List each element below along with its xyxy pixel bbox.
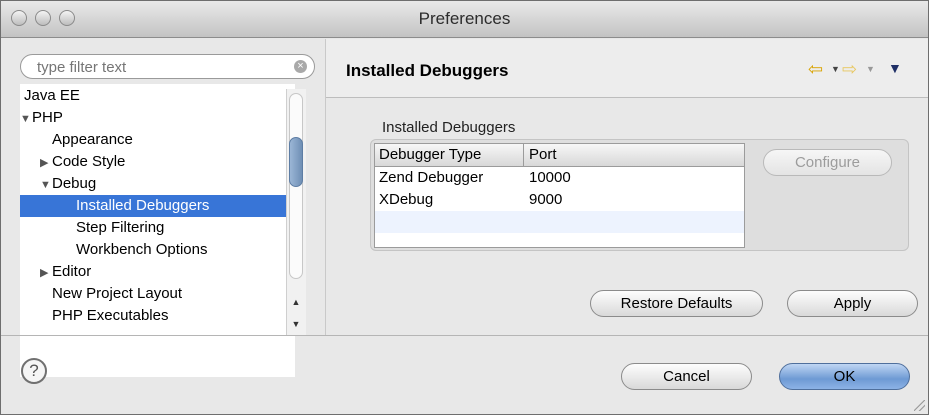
resize-grip[interactable] — [914, 400, 925, 411]
tree-item-label: Installed Debuggers — [76, 197, 210, 214]
tree-item-label: Workbench Options — [76, 241, 208, 258]
collapsed-triangle-icon[interactable]: ▶ — [40, 262, 52, 284]
view-menu-icon[interactable]: ▼ — [888, 60, 902, 76]
tree-scrollbar[interactable]: ▲ ▼ — [286, 89, 306, 335]
column-header-debugger-type[interactable]: Debugger Type — [379, 146, 481, 163]
empty-table-row — [375, 211, 744, 233]
tree-item-label: Editor — [52, 263, 92, 280]
table-header: Debugger Type Port — [375, 144, 744, 167]
table-row[interactable]: Zend Debugger 10000 — [375, 167, 744, 189]
cell-port: 10000 — [529, 169, 571, 186]
configure-button[interactable]: Configure — [763, 149, 892, 176]
debuggers-table[interactable]: Debugger Type Port Zend Debugger 10000 X… — [374, 143, 745, 248]
arrow-left-icon[interactable]: ⇦ — [808, 59, 823, 80]
scroll-down-arrow-icon[interactable]: ▼ — [291, 319, 301, 329]
help-icon[interactable]: ? — [21, 358, 47, 384]
footer-separator — [1, 335, 928, 336]
forward-dropdown-icon[interactable]: ▼ — [866, 64, 875, 74]
tree-item-label: Code Style — [52, 153, 126, 170]
cell-port: 9000 — [529, 191, 563, 208]
expanded-triangle-icon[interactable]: ▼ — [20, 108, 32, 130]
tree-item-label: Appearance — [52, 131, 133, 148]
arrow-right-icon[interactable]: ⇨ — [842, 59, 857, 80]
preferences-window: Preferences × Java EE▼PHPAppearance▶Code… — [0, 0, 929, 415]
filter-field[interactable]: × — [20, 54, 315, 79]
tree-item-label: Debug — [52, 175, 97, 192]
expanded-triangle-icon[interactable]: ▼ — [40, 174, 52, 196]
preference-page: Installed Debuggers ⇦ ▼ ⇨ ▼ ▼ Installed … — [326, 39, 928, 335]
restore-defaults-button[interactable]: Restore Defaults — [590, 290, 763, 317]
tree-item-installed-debuggers[interactable]: Installed Debuggers — [20, 195, 295, 217]
tree-item-php-executables[interactable]: PHP Executables — [20, 305, 295, 327]
tree-item-label: New Project Layout — [52, 285, 183, 302]
tree-item-label: Step Filtering — [76, 219, 165, 236]
cell-debugger-type: XDebug — [379, 191, 434, 208]
apply-button[interactable]: Apply — [787, 290, 918, 317]
tree-item-label: PHP Executables — [52, 307, 169, 324]
window-title: Preferences — [418, 9, 511, 28]
preference-tree: Java EE ▼PHP Appearance ▶ Code Style ▼Debug In… — [20, 84, 295, 377]
page-header: Installed Debuggers ⇦ ▼ ⇨ ▼ ▼ — [326, 39, 928, 98]
tree-item-label: PHP — [32, 109, 63, 126]
back-dropdown-icon[interactable]: ▼ — [831, 64, 840, 74]
title-bar: Preferences — [1, 1, 928, 38]
tree-item-new-project-layout[interactable]: New Project Layout — [20, 283, 295, 305]
scroll-up-arrow-icon[interactable]: ▲ — [291, 297, 301, 307]
page-title: Installed Debuggers — [346, 61, 509, 80]
tree-item-label: Java EE — [24, 87, 80, 104]
table-row[interactable]: XDebug 9000 — [375, 189, 744, 211]
cancel-button[interactable]: Cancel — [621, 363, 752, 390]
tree-item-appearance[interactable]: Appearance — [20, 129, 295, 151]
cell-debugger-type: Zend Debugger — [379, 169, 484, 186]
tree-item-code-style[interactable]: ▶ Code Style — [20, 151, 295, 173]
scrollbar-thumb[interactable] — [289, 137, 303, 187]
filter-input[interactable] — [35, 57, 289, 78]
tree-item-step-filtering[interactable]: Step Filtering — [20, 217, 295, 239]
tree-item-java-ee[interactable]: Java EE — [20, 85, 295, 107]
group-label: Installed Debuggers — [382, 119, 516, 136]
column-divider[interactable] — [523, 144, 524, 166]
clear-filter-icon[interactable]: × — [294, 60, 307, 73]
column-header-port[interactable]: Port — [529, 146, 557, 163]
tree-item-debug[interactable]: ▼Debug — [20, 173, 295, 195]
tree-item-editor[interactable]: ▶ Editor — [20, 261, 295, 283]
tree-item-php[interactable]: ▼PHP — [20, 107, 295, 129]
collapsed-triangle-icon[interactable]: ▶ — [40, 152, 52, 174]
tree-item-workbench-options[interactable]: Workbench Options — [20, 239, 295, 261]
ok-button[interactable]: OK — [779, 363, 910, 390]
